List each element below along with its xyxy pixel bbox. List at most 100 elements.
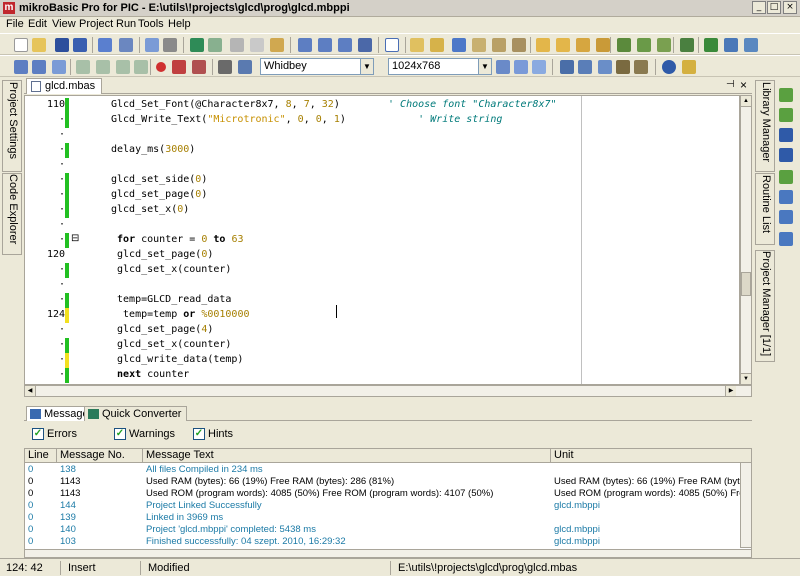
scroll-left-icon[interactable]: ◀ (25, 386, 36, 396)
code-line[interactable]: · (25, 128, 739, 143)
begin-end-icon[interactable] (779, 148, 793, 162)
messages-table[interactable]: Line Message No. Message Text Unit 0 138 A… (24, 448, 752, 558)
menu-project[interactable]: Project (79, 18, 113, 30)
ascii-chart-icon[interactable] (744, 38, 758, 52)
scroll-down-icon[interactable]: ▼ (741, 373, 751, 384)
save-icon[interactable] (55, 38, 69, 52)
begin-end-icon[interactable] (779, 128, 793, 142)
stop-debugger-icon[interactable] (156, 62, 166, 72)
watch-icon[interactable] (218, 60, 232, 74)
menu-edit[interactable]: Edit (28, 18, 47, 30)
table-row[interactable]: 0 103 Finished successfully: 04 szept. 201… (25, 536, 751, 547)
chevron-down-icon[interactable]: ▼ (360, 59, 373, 74)
cut-icon[interactable] (230, 38, 244, 52)
compile-icon[interactable] (596, 38, 610, 52)
tab-glcd-mbas[interactable]: glcd.mbas (26, 78, 103, 94)
menu-file[interactable]: File (6, 18, 24, 30)
column-header-message-text[interactable]: Message Text (143, 449, 551, 463)
find-icon[interactable] (298, 38, 312, 52)
library-item-icon[interactable] (779, 88, 793, 102)
table-row[interactable]: 0 138 All files Compiled in 234 ms (25, 464, 751, 475)
breakpoints-icon[interactable] (192, 60, 206, 74)
font-icon[interactable] (598, 60, 612, 74)
build-icon[interactable] (536, 38, 550, 52)
listing-icon[interactable] (578, 60, 592, 74)
toggle-breakpoint-icon[interactable] (172, 60, 186, 74)
debug-icon[interactable] (617, 38, 631, 52)
fullscreen-icon[interactable] (98, 38, 112, 52)
code-line[interactable]: · glcd_write_data(temp) (25, 353, 739, 368)
code-line[interactable]: · (25, 218, 739, 233)
find-next-icon[interactable] (318, 38, 332, 52)
routine-icon[interactable] (779, 190, 793, 204)
code-line[interactable]: · Glcd_Write_Text("Microtronic", 0, 0, 1)… (25, 113, 739, 128)
code-line[interactable]: · glcd_set_page(0) (25, 188, 739, 203)
code-line[interactable]: · delay_ms(3000) (25, 143, 739, 158)
fold-toggle-icon[interactable]: ⊟ (71, 233, 79, 244)
menu-tools[interactable]: Tools (138, 18, 164, 30)
build-program-icon[interactable] (576, 38, 590, 52)
table-vertical-scrollbar[interactable] (740, 462, 752, 548)
step-out-icon[interactable] (116, 60, 130, 74)
lcd-editor-icon[interactable] (724, 38, 738, 52)
indent-icon[interactable] (14, 60, 28, 74)
build-all-icon[interactable] (556, 38, 570, 52)
code-editor[interactable]: 110 Glcd_Set_Font(@Character8x7, 8, 7, 32… (24, 95, 740, 385)
paste-icon[interactable] (270, 38, 284, 52)
pin-icon[interactable]: ⊣ (726, 79, 735, 90)
routine-icon[interactable] (779, 170, 793, 184)
code-line[interactable]: 110 Glcd_Set_Font(@Character8x7, 8, 7, 32… (25, 98, 739, 113)
scroll-right-icon[interactable]: ▶ (725, 386, 736, 396)
find-in-files-icon[interactable] (358, 38, 372, 52)
code-line[interactable]: 124 temp=temp or %0010000 (25, 308, 739, 323)
scroll-thumb[interactable] (741, 272, 751, 296)
save-project-icon[interactable] (430, 38, 444, 52)
project-settings-tab[interactable]: Project Settings (2, 80, 22, 172)
chevron-down-icon[interactable]: ▼ (478, 59, 491, 74)
column-header-message-no[interactable]: Message No. (57, 449, 143, 463)
theme-select[interactable]: Whidbey ▼ (260, 58, 374, 75)
close-tab-icon[interactable]: × (740, 78, 747, 92)
errors-checkbox[interactable]: ✓ (32, 428, 44, 440)
layout-save-icon[interactable] (514, 60, 528, 74)
program-icon[interactable] (637, 38, 651, 52)
scroll-up-icon[interactable]: ▲ (741, 96, 751, 107)
step-over-icon[interactable] (96, 60, 110, 74)
editor-vertical-scrollbar[interactable]: ▲ ▼ (740, 95, 752, 385)
project-manager-tab[interactable]: Project Manager [1/1] (755, 250, 775, 362)
library-item-icon[interactable] (779, 108, 793, 122)
project-files-icon[interactable] (452, 38, 466, 52)
routine-list-tab[interactable]: Routine List (755, 173, 775, 245)
layout-icon[interactable] (496, 60, 510, 74)
code-line[interactable]: · glcd_set_x(counter) (25, 263, 739, 278)
key-icon[interactable] (682, 60, 696, 74)
minimize-button[interactable]: _ (752, 1, 766, 14)
options-icon[interactable] (657, 38, 671, 52)
table-row[interactable]: 0 144 Project Linked Successfully glcd.mbpp… (25, 500, 751, 511)
code-line[interactable]: 120 glcd_set_page(0) (25, 248, 739, 263)
table-row[interactable]: 0 139 Linked in 3969 ms (25, 512, 751, 523)
stopwatch-icon[interactable] (238, 60, 252, 74)
edit-project-icon[interactable] (472, 38, 486, 52)
routine-icon[interactable] (779, 232, 793, 246)
code-line[interactable]: · glcd_set_side(0) (25, 173, 739, 188)
resolution-select[interactable]: 1024x768 ▼ (388, 58, 492, 75)
code-line[interactable]: · glcd_set_x(counter) (25, 338, 739, 353)
code-explorer-tab[interactable]: Code Explorer (2, 173, 22, 255)
warnings-checkbox[interactable]: ✓ (114, 428, 126, 440)
table-row[interactable]: 0 1143 Used RAM (bytes): 66 (19%) Free RAM… (25, 476, 751, 487)
print-icon[interactable] (163, 38, 177, 52)
table-row[interactable]: 0 1143 Used ROM (program words): 4085 (50%… (25, 488, 751, 499)
open-project-icon[interactable] (410, 38, 424, 52)
layout-delete-icon[interactable] (532, 60, 546, 74)
hints-checkbox[interactable]: ✓ (193, 428, 205, 440)
asm-icon[interactable] (616, 60, 630, 74)
library-manager-tab[interactable]: Library Manager (755, 80, 775, 172)
statistics-icon[interactable] (560, 60, 574, 74)
new-project-icon[interactable] (385, 38, 399, 52)
code-line[interactable]: · ⊟ for counter = 0 to 63 (25, 233, 739, 248)
tools-icon[interactable] (680, 38, 694, 52)
code-line[interactable]: · (25, 278, 739, 293)
copy-icon[interactable] (250, 38, 264, 52)
run-to-cursor-icon[interactable] (134, 60, 148, 74)
